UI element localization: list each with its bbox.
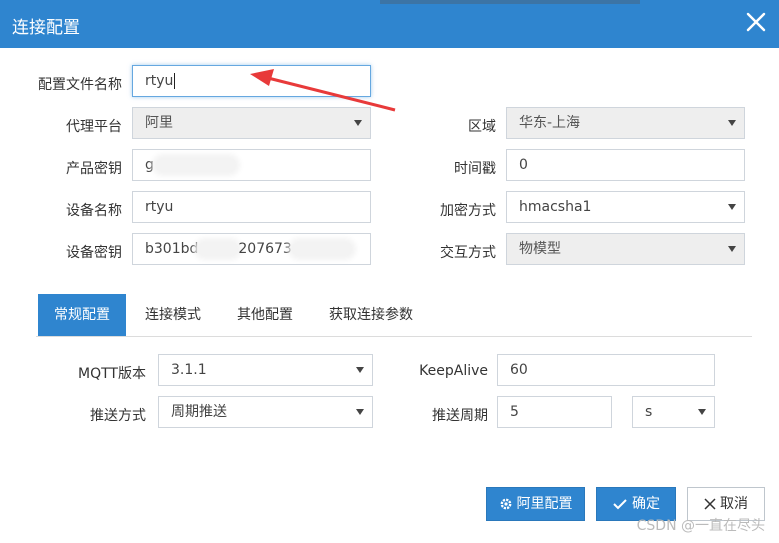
tab-other-config[interactable]: 其他配置: [221, 294, 309, 336]
push-mode-label: 推送方式: [90, 408, 146, 424]
dialog-titlebar: 连接配置: [0, 0, 779, 48]
config-name-value: rtyu: [145, 73, 174, 89]
device-secret-input[interactable]: b301bd 207673: [132, 233, 371, 265]
device-name-label: 设备名称: [66, 203, 122, 219]
chevron-down-icon: [356, 367, 364, 373]
timestamp-input[interactable]: 0: [506, 149, 745, 181]
encrypt-method-label: 加密方式: [440, 203, 496, 219]
keepalive-label: KeepAlive: [419, 363, 488, 379]
cancel-label: 取消: [720, 496, 748, 512]
redaction-blur: [198, 242, 239, 256]
gear-icon: [500, 498, 511, 510]
region-select[interactable]: 华东-上海: [506, 107, 745, 139]
tabs-divider: [36, 336, 752, 337]
confirm-label: 确定: [632, 496, 660, 512]
chevron-down-icon: [728, 120, 736, 126]
mqtt-version-label: MQTT版本: [78, 366, 146, 382]
push-mode-select[interactable]: 周期推送: [158, 396, 373, 428]
chevron-down-icon: [698, 409, 706, 415]
interaction-mode-value: 物模型: [519, 241, 561, 257]
close-icon[interactable]: [743, 9, 769, 35]
product-key-label: 产品密钥: [66, 161, 122, 177]
push-mode-value: 周期推送: [171, 404, 227, 420]
push-period-unit-value: s: [645, 404, 653, 420]
background-window-strip: [380, 0, 640, 4]
tab-general[interactable]: 常规配置: [38, 294, 126, 336]
proxy-platform-value: 阿里: [145, 115, 173, 131]
device-secret-label: 设备密钥: [66, 245, 122, 261]
mqtt-version-value: 3.1.1: [171, 362, 207, 378]
device-secret-value-middle: 207673: [238, 241, 292, 257]
encrypt-method-value: hmacsha1: [519, 199, 592, 215]
close-icon: [704, 498, 716, 510]
encrypt-method-select[interactable]: hmacsha1: [506, 191, 745, 223]
product-key-input[interactable]: g: [132, 149, 371, 181]
annotation-arrow-icon: [250, 69, 396, 112]
chevron-down-icon: [356, 409, 364, 415]
tab-connect-mode[interactable]: 连接模式: [129, 294, 217, 336]
interaction-mode-label: 交互方式: [440, 245, 496, 261]
tab-get-connect-params[interactable]: 获取连接参数: [313, 294, 429, 336]
push-period-label: 推送周期: [432, 408, 488, 424]
keepalive-input[interactable]: 60: [497, 354, 715, 386]
config-name-label: 配置文件名称: [38, 77, 122, 93]
dialog-title: 连接配置: [12, 18, 80, 38]
redaction-blur: [291, 242, 352, 256]
redaction-blur: [155, 158, 236, 172]
device-name-input[interactable]: rtyu: [132, 191, 371, 223]
ali-config-button[interactable]: 阿里配置: [486, 487, 585, 521]
chevron-down-icon: [728, 204, 736, 210]
watermark: CSDN @一直在尽头: [636, 518, 765, 534]
proxy-platform-label: 代理平台: [66, 119, 122, 135]
device-name-value: rtyu: [145, 199, 174, 215]
region-value: 华东-上海: [519, 115, 581, 131]
check-icon: [613, 499, 627, 510]
chevron-down-icon: [728, 246, 736, 252]
product-key-value: g: [145, 157, 154, 173]
timestamp-value: 0: [519, 157, 528, 173]
keepalive-value: 60: [510, 362, 528, 378]
region-label: 区域: [468, 119, 496, 135]
chevron-down-icon: [354, 120, 362, 126]
push-period-input[interactable]: 5: [497, 396, 612, 428]
mqtt-version-select[interactable]: 3.1.1: [158, 354, 373, 386]
ali-config-label: 阿里配置: [516, 496, 573, 512]
device-secret-value-start: b301bd: [145, 241, 199, 257]
text-cursor: [174, 73, 176, 89]
interaction-mode-select[interactable]: 物模型: [506, 233, 745, 265]
push-period-value: 5: [510, 404, 519, 420]
timestamp-label: 时间戳: [454, 161, 496, 177]
push-period-unit-select[interactable]: s: [632, 396, 715, 428]
